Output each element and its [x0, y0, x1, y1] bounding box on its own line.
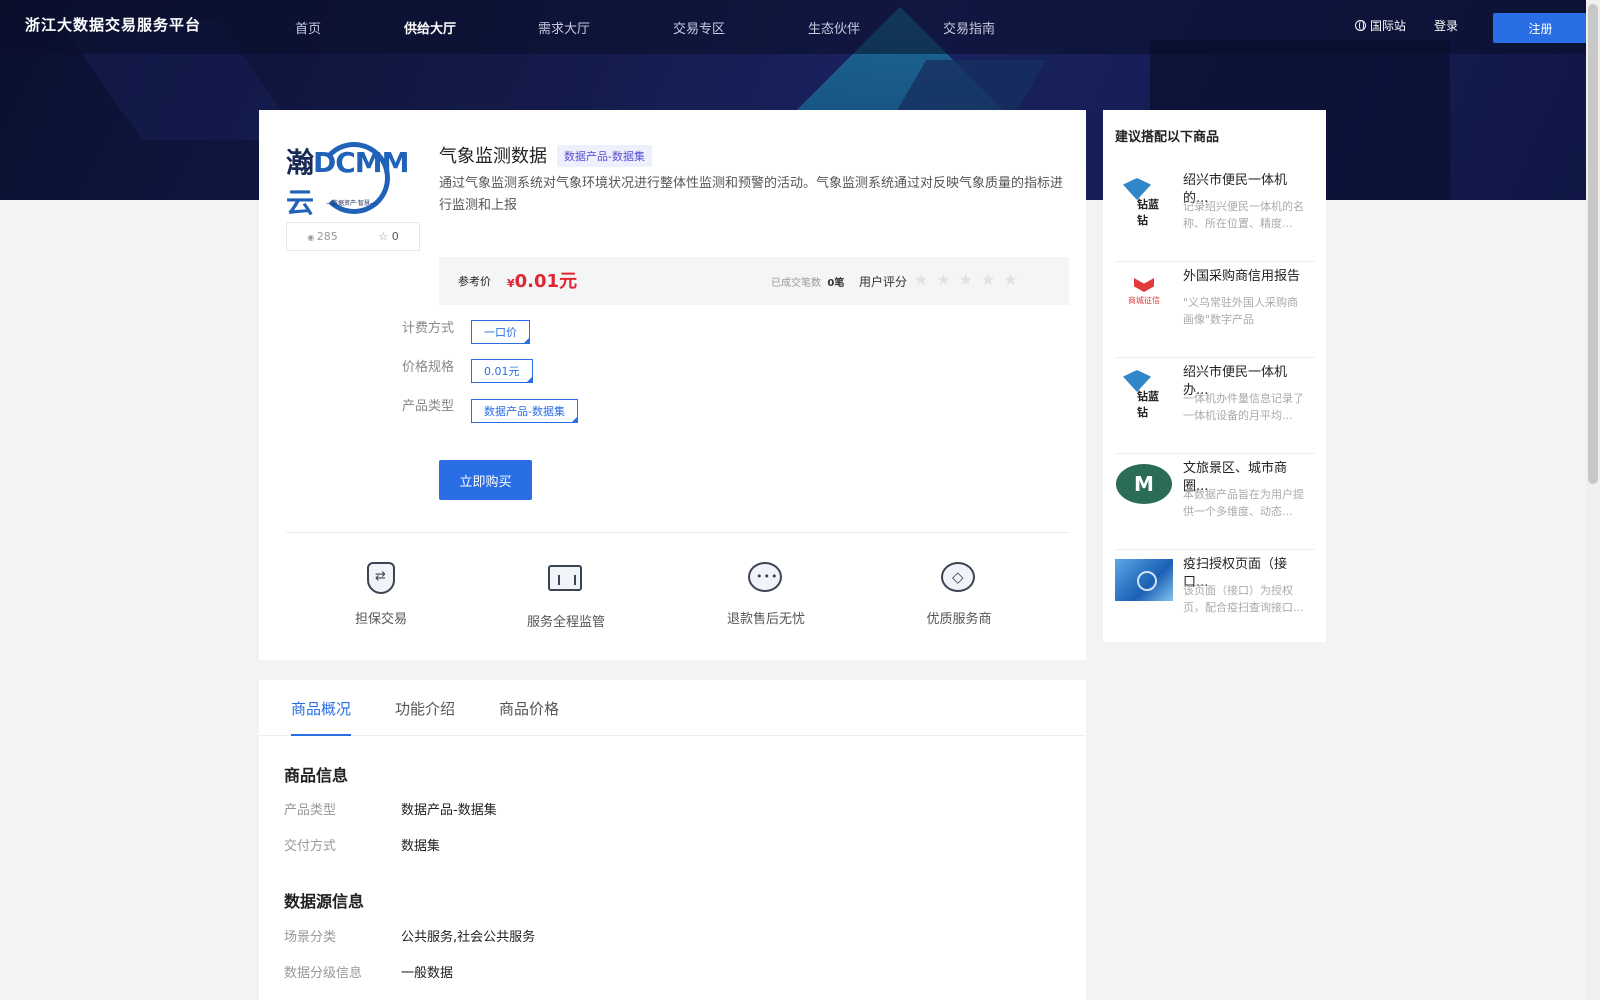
feature-label: 服务全程监管 — [526, 615, 605, 630]
section-title: 商品信息 — [284, 766, 349, 785]
price-spec-label: 价格规格 — [402, 360, 455, 375]
product-type-option[interactable]: 数据产品-数据集 — [471, 399, 578, 423]
feature-label: 担保交易 — [354, 612, 407, 627]
register-button[interactable]: 注册 — [1493, 13, 1588, 43]
billing-method-option[interactable]: 一口价 — [471, 320, 530, 344]
monitor-icon — [548, 565, 582, 591]
top-nav: 浙江大数据交易服务平台 首页 供给大厅 需求大厅 交易专区 生态伙伴 交易指南 … — [0, 0, 1588, 54]
info-key: 数据分级信息 — [284, 966, 363, 981]
favorite-count[interactable]: 0 — [378, 230, 399, 243]
tab-features[interactable]: 功能介绍 — [395, 698, 455, 736]
page-scrollbar[interactable] — [1586, 0, 1600, 1000]
product-thumbnail: 钻蓝钻 — [1115, 366, 1173, 419]
recommended-item-desc: "义乌常驻外国人采购商画像"数字产品 — [1183, 296, 1299, 326]
info-key: 场景分类 — [284, 930, 337, 945]
recommended-item[interactable]: 商城征信 外国采购商信用报告 "义乌常驻外国人采购商画像"数字产品 — [1115, 262, 1315, 358]
shield-icon — [367, 562, 395, 594]
feature-quality: 优质服务商 — [899, 562, 1019, 627]
scrollbar-thumb[interactable] — [1588, 4, 1598, 484]
intl-site-link[interactable]: 国际站 — [1355, 17, 1406, 34]
feature-label: 退款售后无忧 — [726, 612, 805, 627]
billing-method-label: 计费方式 — [402, 321, 455, 336]
info-key: 交付方式 — [284, 839, 337, 854]
product-tag: 数据产品-数据集 — [557, 145, 652, 167]
product-description: 通过气象监测系统对气象环境状况进行整体性监测和预警的活动。气象监测系统通过对反映… — [439, 176, 1064, 213]
feature-refund: 退款售后无忧 — [706, 562, 826, 627]
recommended-item-desc: 记录绍兴便民一体机的名称、所在位置、精度... — [1183, 200, 1304, 230]
price-value: ¥0.01元 — [507, 271, 578, 292]
nav-supply-hall[interactable]: 供给大厅 — [404, 18, 456, 37]
globe-icon — [1355, 20, 1366, 31]
product-thumbnail — [1115, 558, 1173, 602]
nav-demand-hall[interactable]: 需求大厅 — [538, 18, 590, 37]
details-card: 商品概况 功能介绍 商品价格 商品信息 产品类型 数据产品-数据集 交付方式 数… — [259, 680, 1086, 1000]
deal-count: 已成交笔数 0笔 — [771, 278, 845, 289]
info-value: 公共服务,社会公共服务 — [401, 930, 536, 945]
nav-trade-zone[interactable]: 交易专区 — [673, 18, 725, 37]
login-link[interactable]: 登录 — [1434, 17, 1458, 34]
intl-site-label: 国际站 — [1370, 19, 1407, 33]
divider — [286, 532, 1069, 533]
product-card: 瀚DCMM云 —数据资产·智慧— 285 0 气象监测数据 数据产品-数据集 通… — [259, 110, 1086, 660]
price-label: 参考价 — [458, 275, 491, 288]
site-logo[interactable]: 浙江大数据交易服务平台 — [25, 14, 201, 35]
chat-bubble-icon — [748, 562, 782, 592]
view-count: 285 — [307, 230, 338, 243]
diamond-icon — [941, 562, 975, 592]
product-thumbnail: M — [1115, 462, 1173, 506]
info-key: 产品类型 — [284, 803, 337, 818]
recommended-item[interactable]: M 文旅景区、城市商圈... 本数据产品旨在为用户提供一个多维度、动态... — [1115, 454, 1315, 550]
feature-supervision: 服务全程监管 — [506, 562, 626, 630]
product-title: 气象监测数据 — [439, 146, 547, 167]
nav-trade-guide[interactable]: 交易指南 — [943, 18, 995, 37]
tab-overview[interactable]: 商品概况 — [291, 698, 352, 736]
recommended-title: 建议搭配以下商品 — [1115, 130, 1220, 145]
recommended-item-desc: 本数据产品旨在为用户提供一个多维度、动态... — [1183, 488, 1304, 518]
recommended-item[interactable]: 疫扫授权页面（接口... 该页面（接口）为授权页，配合疫扫查询接口... — [1115, 550, 1315, 646]
nav-home[interactable]: 首页 — [295, 18, 321, 37]
recommended-item[interactable]: 钻蓝钻 绍兴市便民一体机办... 一体机办件量信息记录了一体机设备的月平均... — [1115, 358, 1315, 454]
price-spec-option[interactable]: 0.01元 — [471, 359, 533, 383]
product-thumbnail: 钻蓝钻 — [1115, 174, 1173, 227]
info-value: 数据产品-数据集 — [401, 803, 497, 818]
recommended-item-desc: 一体机办件量信息记录了一体机设备的月平均... — [1183, 392, 1304, 422]
info-value: 数据集 — [401, 839, 441, 854]
product-logo: 瀚DCMM云 —数据资产·智慧— — [286, 138, 420, 223]
price-bar: 参考价 ¥0.01元 已成交笔数 0笔 用户评分 ★★★★★ — [439, 257, 1069, 305]
logo-char: 瀚 — [286, 145, 314, 179]
nav-partners[interactable]: 生态伙伴 — [808, 18, 860, 37]
product-stats: 285 0 — [286, 222, 420, 251]
feature-label: 优质服务商 — [926, 612, 992, 627]
info-value: 一般数据 — [401, 966, 454, 981]
rating-label: 用户评分 — [859, 275, 908, 289]
recommended-item-desc: 该页面（接口）为授权页，配合疫扫查询接口... — [1183, 584, 1304, 614]
section-title: 数据源信息 — [284, 892, 365, 911]
rating-stars-icon[interactable]: ★★★★★ — [914, 270, 1026, 289]
product-thumbnail: 商城征信 — [1115, 270, 1173, 314]
tab-pricing[interactable]: 商品价格 — [499, 698, 559, 736]
recommended-item[interactable]: 钻蓝钻 绍兴市便民一体机的... 记录绍兴便民一体机的名称、所在位置、精度... — [1115, 166, 1315, 262]
buy-now-button[interactable]: 立即购买 — [439, 460, 532, 500]
product-type-label: 产品类型 — [402, 399, 455, 414]
feature-guarantee: 担保交易 — [321, 562, 441, 627]
tab-bar: 商品概况 功能介绍 商品价格 — [259, 680, 1086, 736]
recommended-panel: 建议搭配以下商品 钻蓝钻 绍兴市便民一体机的... 记录绍兴便民一体机的名称、所… — [1103, 110, 1326, 642]
logo-subtext: —数据资产·智慧— — [326, 200, 376, 207]
